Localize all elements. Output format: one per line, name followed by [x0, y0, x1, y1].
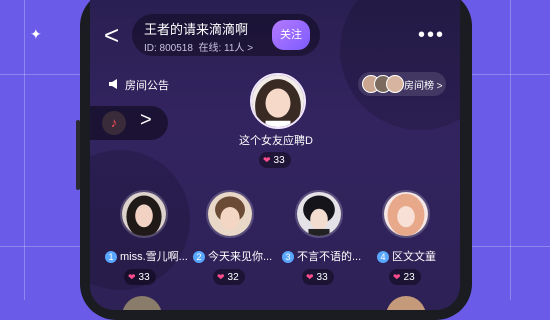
seat-avatar[interactable] — [382, 190, 430, 238]
ranking-label: 房间榜 > — [404, 81, 443, 92]
seat-avatar[interactable] — [122, 296, 162, 310]
heart-icon: ❤ — [263, 155, 271, 165]
chevron-right-icon: > — [247, 43, 254, 54]
seat-name: 1 miss.雪儿啊... — [105, 248, 188, 264]
more-icon[interactable]: ••• — [418, 24, 445, 47]
host-avatar[interactable] — [250, 73, 306, 129]
heart-icon: ❤ — [217, 272, 225, 282]
seat-avatar[interactable] — [206, 190, 254, 238]
megaphone-icon — [108, 79, 120, 92]
follow-button[interactable]: 关注 — [272, 20, 310, 50]
room-ranking-button[interactable]: 房间榜 > — [358, 72, 446, 96]
room-id: ID: 800518 — [144, 43, 193, 54]
seat-heart-count: ❤ 33 — [302, 269, 334, 285]
seat-avatar[interactable] — [386, 296, 426, 310]
seat-number: 2 — [193, 251, 205, 263]
seat-heart-count: ❤ 33 — [124, 269, 156, 285]
ranking-avatars — [362, 75, 404, 93]
seat-number: 1 — [105, 251, 117, 263]
room-announcement[interactable]: 房间公告 — [108, 77, 169, 93]
chevron-right-icon: > — [436, 81, 443, 92]
back-icon[interactable]: < — [104, 22, 124, 48]
seat-avatar[interactable] — [120, 190, 168, 238]
avatar — [386, 75, 404, 93]
room-meta: ID: 800518 在线: 11人 > — [144, 39, 253, 54]
room-title: 王者的请来滴滴啊 — [144, 22, 249, 37]
announcement-label: 房间公告 — [125, 80, 169, 92]
music-player[interactable]: ♪ > — [90, 106, 168, 140]
seat-number: 4 — [377, 251, 389, 263]
voice-room-screen: < 王者的请来滴滴啊 ID: 800518 在线: 11人 > 关注 ••• 房… — [90, 0, 460, 310]
seat-avatar[interactable] — [295, 190, 343, 238]
host-name: 这个女友应聘D — [239, 135, 313, 147]
seat-number: 3 — [282, 251, 294, 263]
seat-name: 3 不言不语的... — [282, 248, 361, 264]
music-note-icon: ♪ — [102, 111, 126, 135]
host-heart-count: ❤ 33 — [259, 152, 291, 168]
seat-heart-count: ❤ 23 — [389, 269, 421, 285]
chevron-right-icon[interactable]: > — [140, 109, 152, 132]
seat-name: 2 今天来见你... — [193, 248, 272, 264]
seat-name: 4 区文文童 — [377, 248, 436, 264]
seat-heart-count: ❤ 32 — [213, 269, 245, 285]
heart-icon: ❤ — [128, 272, 136, 282]
sparkle-icon: ✦ — [30, 26, 42, 42]
heart-icon: ❤ — [393, 272, 401, 282]
online-count: 在线: 11人 — [198, 43, 245, 54]
room-info[interactable]: 王者的请来滴滴啊 ID: 800518 在线: 11人 > 关注 — [132, 14, 320, 56]
heart-icon: ❤ — [306, 272, 314, 282]
